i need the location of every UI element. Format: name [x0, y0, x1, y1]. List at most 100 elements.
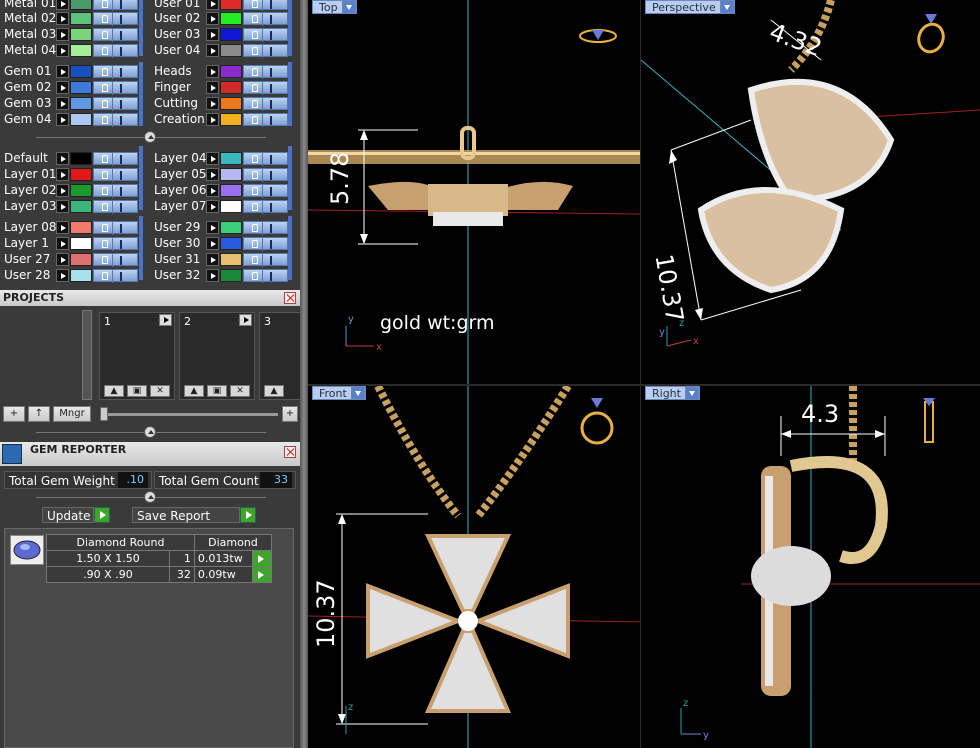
viewport-right-label[interactable]: Right: [645, 386, 700, 400]
layer-toggles[interactable]: [93, 200, 138, 214]
table-row[interactable]: .90 X .90 32 0.09tw: [46, 566, 272, 583]
project-card-1[interactable]: 1 ▲ ▣ ✕: [99, 312, 175, 400]
layer-color-swatch[interactable]: [70, 28, 92, 41]
layer-row[interactable]: Layer 03: [2, 199, 142, 214]
layer-expand-icon[interactable]: [56, 184, 69, 197]
layer-toggles[interactable]: [93, 44, 138, 58]
visibility-icon[interactable]: [270, 272, 272, 281]
layer-expand-icon[interactable]: [206, 253, 219, 266]
layer-color-swatch[interactable]: [220, 253, 242, 266]
lock-icon[interactable]: [102, 0, 108, 8]
layer-toggles[interactable]: [93, 152, 138, 166]
layer-expand-icon[interactable]: [56, 237, 69, 250]
layer-row[interactable]: Heads: [152, 64, 292, 79]
close-icon[interactable]: [284, 446, 296, 458]
update-go-icon[interactable]: [94, 507, 110, 523]
layer-row[interactable]: Gem 04: [2, 112, 142, 127]
visibility-icon[interactable]: [270, 84, 272, 93]
layer-toggles[interactable]: [243, 113, 288, 127]
visibility-icon[interactable]: [270, 171, 272, 180]
save-report-button[interactable]: Save Report: [132, 507, 240, 523]
dropdown-icon[interactable]: [341, 0, 356, 14]
visibility-icon[interactable]: [270, 0, 272, 9]
layer-color-swatch[interactable]: [220, 113, 242, 126]
viewport-perspective-label[interactable]: Perspective: [645, 0, 735, 14]
layer-toggles[interactable]: [243, 0, 288, 11]
viewport-front-label[interactable]: Front: [312, 386, 366, 400]
layer-expand-icon[interactable]: [206, 168, 219, 181]
layer-toggles[interactable]: [243, 168, 288, 182]
layer-toggles[interactable]: [93, 12, 138, 26]
manager-button[interactable]: Mngr: [53, 406, 91, 422]
lock-icon[interactable]: [102, 31, 108, 39]
layer-color-swatch[interactable]: [220, 221, 242, 234]
save-icon[interactable]: ▣: [207, 385, 227, 397]
zoom-in-button[interactable]: +: [282, 406, 298, 422]
layer-color-swatch[interactable]: [70, 113, 92, 126]
visibility-icon[interactable]: [270, 240, 272, 249]
lock-icon[interactable]: [102, 240, 108, 248]
delete-icon[interactable]: ✕: [230, 385, 250, 397]
layer-color-swatch[interactable]: [220, 81, 242, 94]
layer-color-swatch[interactable]: [220, 65, 242, 78]
layer-color-swatch[interactable]: [220, 152, 242, 165]
layer-row[interactable]: Layer 07: [152, 199, 292, 214]
layer-expand-icon[interactable]: [56, 0, 69, 10]
lock-icon[interactable]: [252, 187, 258, 195]
layer-row[interactable]: User 31: [152, 252, 292, 267]
add-project-button[interactable]: +: [3, 406, 25, 422]
layer-row[interactable]: Metal 03: [2, 27, 142, 42]
layer-row[interactable]: Layer 05: [152, 167, 292, 182]
viewport-perspective[interactable]: y z x Perspective 4.32 10.37: [641, 0, 980, 384]
visibility-icon[interactable]: [120, 31, 122, 40]
lock-icon[interactable]: [102, 47, 108, 55]
layer-expand-icon[interactable]: [206, 237, 219, 250]
layer-row[interactable]: User 32: [152, 268, 292, 283]
layer-toggles[interactable]: [243, 81, 288, 95]
layer-color-swatch[interactable]: [70, 184, 92, 197]
layer-color-swatch[interactable]: [70, 12, 92, 25]
lock-icon[interactable]: [102, 256, 108, 264]
layer-toggles[interactable]: [243, 28, 288, 42]
layer-color-swatch[interactable]: [220, 0, 242, 10]
layer-toggles[interactable]: [93, 113, 138, 127]
lock-icon[interactable]: [102, 171, 108, 179]
layer-row[interactable]: User 04: [152, 43, 292, 58]
visibility-icon[interactable]: [270, 31, 272, 40]
delete-icon[interactable]: ✕: [150, 385, 170, 397]
layer-color-swatch[interactable]: [70, 44, 92, 57]
row-go-icon[interactable]: [252, 550, 272, 567]
layer-expand-icon[interactable]: [56, 12, 69, 25]
layer-color-swatch[interactable]: [70, 81, 92, 94]
panel-splitter[interactable]: [300, 0, 308, 748]
layer-color-swatch[interactable]: [220, 28, 242, 41]
lock-icon[interactable]: [252, 31, 258, 39]
layer-row[interactable]: Cutting: [152, 96, 292, 111]
layer-color-swatch[interactable]: [220, 12, 242, 25]
visibility-icon[interactable]: [120, 100, 122, 109]
layer-row[interactable]: Creation: [152, 112, 292, 127]
lock-icon[interactable]: [102, 187, 108, 195]
visibility-icon[interactable]: [120, 187, 122, 196]
lock-icon[interactable]: [102, 84, 108, 92]
layer-row[interactable]: Metal 02: [2, 11, 142, 26]
layer-color-swatch[interactable]: [70, 221, 92, 234]
layer-expand-icon[interactable]: [56, 97, 69, 110]
layer-toggles[interactable]: [93, 168, 138, 182]
layer-expand-icon[interactable]: [206, 44, 219, 57]
zoom-slider-handle[interactable]: [100, 407, 108, 421]
visibility-icon[interactable]: [120, 256, 122, 265]
upload-project-button[interactable]: ↑: [28, 406, 50, 422]
layer-expand-icon[interactable]: [206, 200, 219, 213]
layer-row[interactable]: Metal 01: [2, 0, 142, 11]
layer-expand-icon[interactable]: [206, 65, 219, 78]
zoom-slider[interactable]: [100, 413, 278, 416]
layer-toggles[interactable]: [243, 65, 288, 79]
visibility-icon[interactable]: [120, 171, 122, 180]
visibility-icon[interactable]: [270, 68, 272, 77]
layer-row[interactable]: Layer 01: [2, 167, 142, 182]
row-go-icon[interactable]: [252, 566, 272, 583]
layer-toggles[interactable]: [243, 12, 288, 26]
layer-color-swatch[interactable]: [70, 269, 92, 282]
save-report-go-icon[interactable]: [240, 507, 256, 523]
